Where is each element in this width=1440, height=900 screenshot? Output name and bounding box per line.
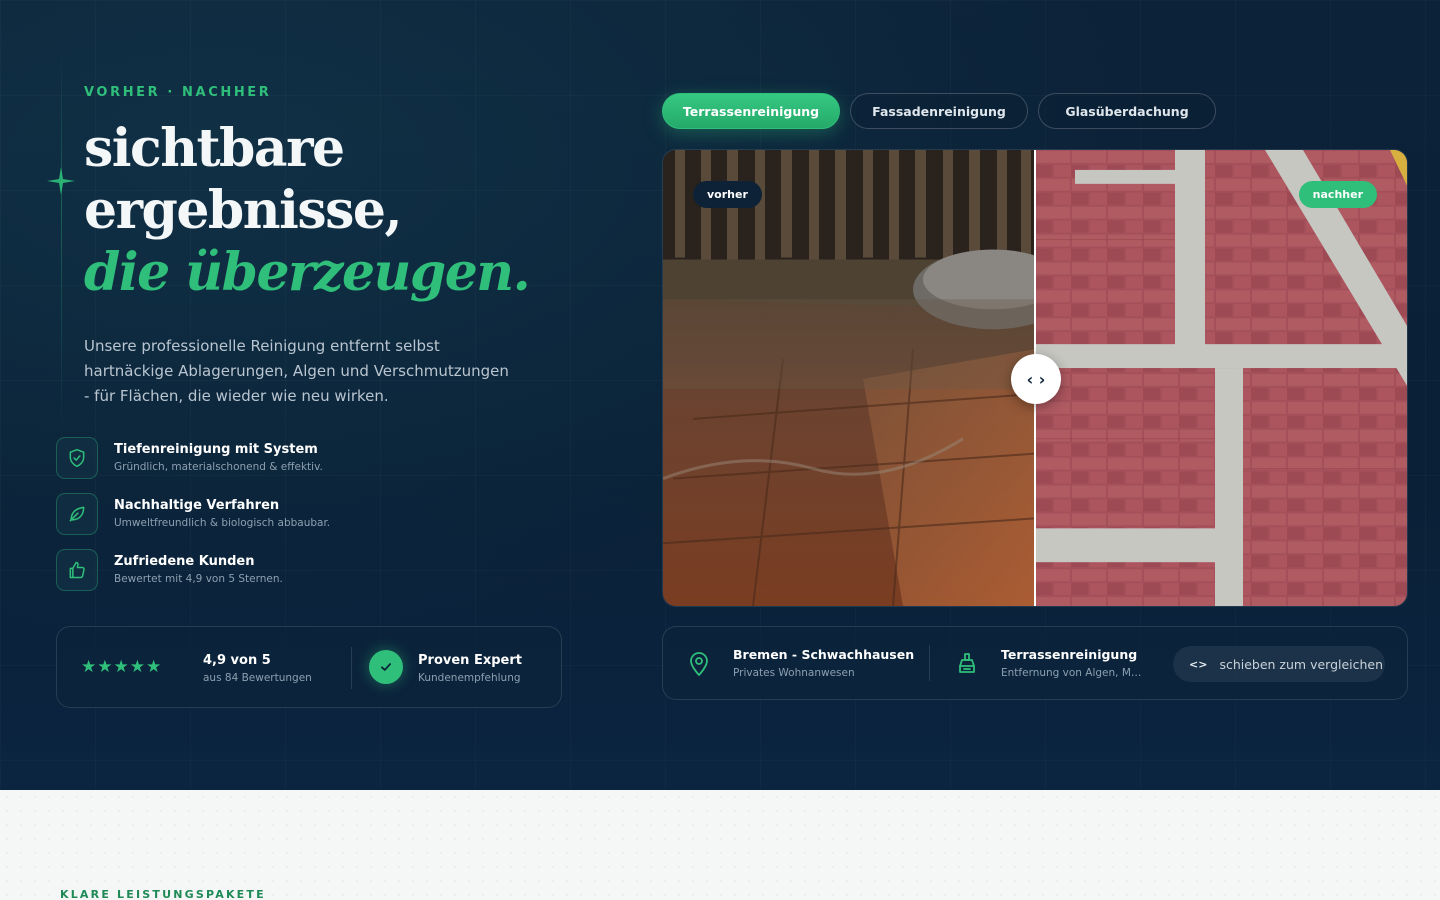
checkmark-icon [369,650,403,684]
hero-section: VORHER · NACHHER sichtbare ergebnisse, d… [0,0,1440,790]
rating-count: aus 84 Bewertungen [203,672,312,684]
feature-item: Zufriedene Kunden Bewertet mit 4,9 von 5… [56,549,476,605]
shield-check-icon [56,437,98,479]
after-badge: nachher [1298,181,1377,208]
tab-glasueberdachung[interactable]: Glasüberdachung [1038,93,1216,129]
packages-section: KLARE LEISTUNGSPAKETE [0,790,1440,900]
location-subtitle: Privates Wohnanwesen [733,667,855,679]
service-subtitle: Entfernung von Algen, Moos und Schmutz [1001,667,1146,679]
headline-line-1: sichtbare [84,118,345,179]
before-after-slider[interactable]: ‹ › vorher nachher [662,149,1408,607]
cleaning-icon [959,653,975,673]
feature-item: Nachhaltige Verfahren Umweltfreundlich &… [56,493,476,549]
rating-value: 4,9 von 5 [203,653,271,668]
service-title: Terrassenreinigung [1001,647,1138,662]
slide-to-compare-button[interactable]: <> schieben zum vergleichen [1173,646,1385,682]
feature-title: Zufriedene Kunden [114,554,255,569]
lead-paragraph: Unsere professionelle Reinigung entfernt… [84,337,509,405]
project-info-bar: Bremen - Schwachhausen Privates Wohnanwe… [662,626,1408,700]
location-pin-icon [690,652,708,676]
accent-line [61,48,62,438]
slide-label: schieben zum vergleichen [1219,656,1384,672]
feature-subtitle: Bewertet mit 4,9 von 5 Sternen. [114,573,283,585]
thumbs-up-icon [56,549,98,591]
location-title: Bremen - Schwachhausen [733,647,915,662]
headline-accent: die überzeugen. [84,242,531,303]
star-rating: ★★★★★ [81,657,163,677]
tab-fassadenreinigung[interactable]: Fassadenreinigung [850,93,1028,129]
feature-subtitle: Gründlich, materialschonend & effektiv. [114,461,323,473]
leaf-icon [56,493,98,535]
feature-subtitle: Umweltfreundlich & biologisch abbaubar. [114,517,331,529]
divider [929,645,930,681]
before-image [663,150,1035,606]
headline-line-2: ergebnisse, [84,180,403,241]
feature-item: Tiefenreinigung mit System Gründlich, ma… [56,437,476,493]
feature-title: Nachhaltige Verfahren [114,498,280,513]
rating-card: ★★★★★ 4,9 von 5 aus 84 Bewertungen Prove… [56,626,562,708]
slider-handle[interactable]: ‹ › [1011,354,1061,404]
badge-subtitle: Kundenempfehlung [418,672,521,684]
chevrons-icon: ‹ › [1026,369,1046,389]
feature-list: Tiefenreinigung mit System Gründlich, ma… [56,437,476,605]
code-chevrons-icon: <> [1189,657,1208,671]
badge-title: Proven Expert [418,653,522,668]
before-badge: vorher [693,181,762,208]
service-tabs: Terrassenreinigung Fassadenreinigung Gla… [662,93,1216,129]
after-image [1035,150,1407,606]
section-eyebrow: VORHER · NACHHER [84,85,272,100]
sparkle-icon [47,167,75,195]
divider [351,647,352,689]
feature-title: Tiefenreinigung mit System [114,442,318,457]
page-title: sichtbare ergebnisse, die überzeugen. [84,118,604,304]
packages-eyebrow: KLARE LEISTUNGSPAKETE [60,888,266,900]
tab-terrassenreinigung[interactable]: Terrassenreinigung [662,93,840,129]
